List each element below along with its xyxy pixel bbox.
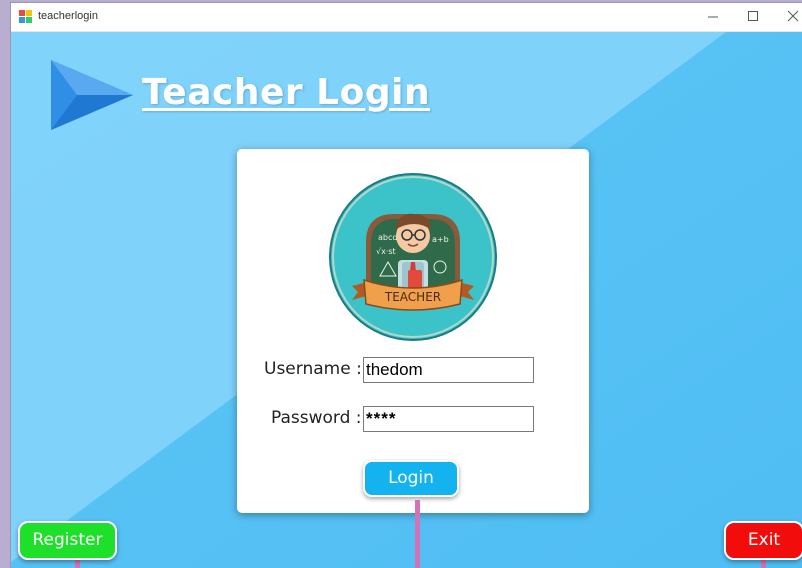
exit-connector-line — [761, 560, 766, 568]
title-bar[interactable]: teacherlogin — [11, 3, 802, 32]
svg-text:√x·st: √x·st — [376, 247, 396, 256]
username-label: Username : — [264, 359, 362, 379]
register-connector-line — [75, 560, 80, 568]
username-input[interactable]: thedom — [363, 357, 534, 383]
window-title: teacherlogin — [38, 10, 98, 22]
app-icon — [19, 10, 32, 23]
password-label: Password : — [271, 408, 362, 428]
teacher-avatar-icon: abcd √x·st a+b TEACHER — [329, 173, 497, 341]
exit-button[interactable]: Exit — [724, 521, 802, 560]
svg-text:a+b: a+b — [432, 235, 449, 244]
svg-text:abcd: abcd — [378, 233, 397, 242]
login-connector-line — [415, 500, 420, 568]
avatar-badge-text: TEACHER — [384, 290, 441, 304]
maximize-icon — [748, 11, 758, 21]
close-icon — [787, 10, 799, 22]
login-card: abcd √x·st a+b TEACHER Username: thedom… — [237, 149, 589, 513]
minimize-button[interactable] — [693, 3, 733, 31]
play-arrow-icon — [51, 60, 133, 130]
login-form-area: Teacher Login abcd √x·st a+b TEACHER Use… — [11, 32, 802, 568]
maximize-button[interactable] — [733, 3, 773, 31]
register-button[interactable]: Register — [18, 521, 117, 560]
close-button[interactable] — [773, 3, 802, 31]
teacherlogin-window: teacherlogin Teacher Login abcd √x·st a+… — [11, 3, 802, 568]
login-button[interactable]: Login — [363, 460, 459, 497]
password-input[interactable]: **** — [363, 406, 534, 432]
page-title: Teacher Login — [142, 72, 431, 113]
minimize-icon — [708, 16, 718, 18]
